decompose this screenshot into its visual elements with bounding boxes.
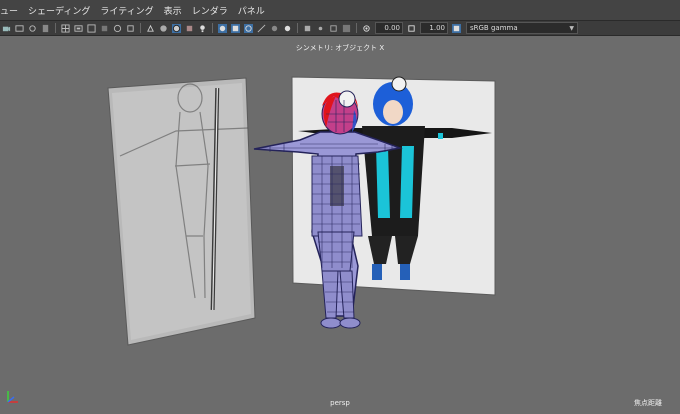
chevron-down-icon: ▼: [569, 24, 574, 32]
ambient-occlusion-icon[interactable]: [231, 23, 240, 33]
film-gate-icon[interactable]: [74, 24, 83, 33]
scene-canvas[interactable]: [0, 36, 680, 414]
symmetry-label: シンメトリ: オブジェクト X: [295, 44, 385, 52]
menu-shading[interactable]: シェーディング: [23, 4, 95, 17]
exposure-field[interactable]: 0.00: [375, 22, 403, 34]
gamma-icon[interactable]: [407, 24, 416, 33]
view-axis-icon: [7, 391, 18, 403]
maya-app: ュー シェーディング ライティング 表示 レンダラ パネル 0.00 1.00 …: [0, 0, 680, 414]
depth-of-field-icon[interactable]: [270, 24, 279, 33]
xray-joints-icon[interactable]: [316, 24, 325, 33]
shadows-icon[interactable]: [218, 23, 227, 33]
menu-show[interactable]: 表示: [159, 4, 187, 17]
menu-view[interactable]: ュー: [0, 4, 23, 17]
antialias-icon[interactable]: [257, 24, 266, 33]
hud-icon[interactable]: [342, 24, 351, 33]
view-transform-select[interactable]: sRGB gamma ▼: [466, 22, 578, 34]
gate-mask-icon[interactable]: [100, 24, 109, 33]
isolate-select-icon[interactable]: [283, 24, 292, 33]
gamma-field[interactable]: 1.00: [420, 22, 448, 34]
shaded-wireframe-icon[interactable]: [172, 23, 181, 33]
perspective-viewport[interactable]: シンメトリ: オブジェクト X persp 焦点距離: [0, 36, 680, 414]
field-chart-icon[interactable]: [113, 24, 122, 33]
xray-icon[interactable]: [303, 24, 312, 33]
view-transform-value: sRGB gamma: [470, 24, 518, 32]
camera-name-label: persp: [330, 399, 350, 407]
bookmark-icon[interactable]: [28, 24, 37, 33]
motion-blur-icon[interactable]: [244, 23, 253, 33]
menu-lighting[interactable]: ライティング: [95, 4, 158, 17]
panel-toolbar: 0.00 1.00 sRGB gamma ▼: [0, 20, 680, 36]
focal-length-label: 焦点距離: [634, 399, 662, 407]
menu-panels[interactable]: パネル: [233, 4, 270, 17]
textured-icon[interactable]: [185, 24, 194, 33]
light-icon[interactable]: [198, 24, 207, 33]
panel-menu-bar: ュー シェーディング ライティング 表示 レンダラ パネル: [0, 0, 680, 20]
grid-icon[interactable]: [61, 23, 70, 33]
exposure-icon[interactable]: [362, 24, 371, 33]
image-plane-icon[interactable]: [41, 24, 50, 33]
safe-action-icon[interactable]: [126, 24, 135, 33]
camera-attributes-icon[interactable]: [15, 24, 24, 33]
menu-renderer[interactable]: レンダラ: [187, 4, 233, 17]
wireframe-icon[interactable]: [146, 24, 155, 33]
resolution-gate-icon[interactable]: [87, 23, 96, 33]
color-management-icon[interactable]: [452, 23, 461, 33]
backface-icon[interactable]: [329, 24, 338, 33]
smooth-shade-icon[interactable]: [159, 24, 168, 33]
select-camera-icon[interactable]: [2, 24, 11, 33]
